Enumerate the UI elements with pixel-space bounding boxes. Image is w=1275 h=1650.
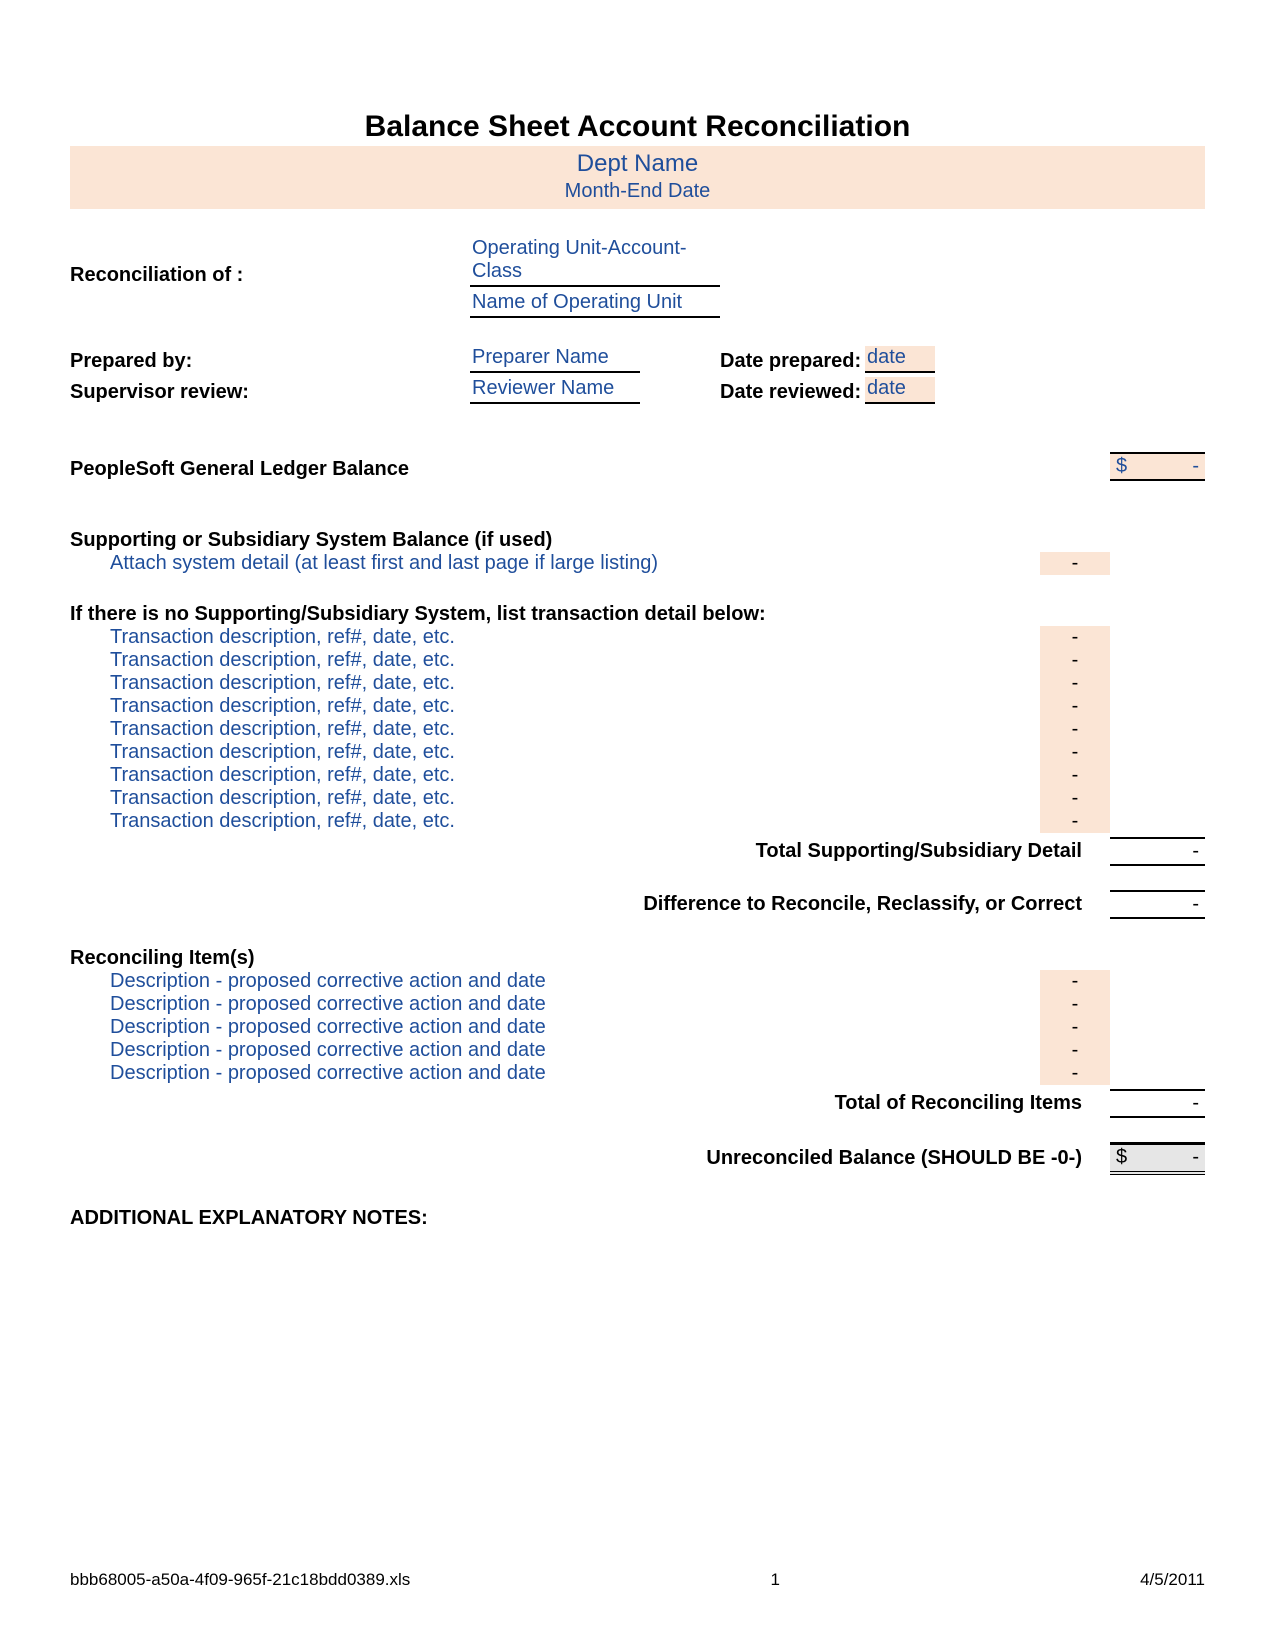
month-end-date: Month-End Date	[70, 180, 1205, 203]
transaction-amount[interactable]: -	[1040, 741, 1110, 764]
transaction-description[interactable]: Transaction description, ref#, date, etc…	[110, 741, 730, 764]
transaction-amount[interactable]: -	[1040, 787, 1110, 810]
transaction-amount[interactable]: -	[1040, 626, 1110, 649]
page-title: Balance Sheet Account Reconciliation	[70, 110, 1205, 144]
transaction-description[interactable]: Transaction description, ref#, date, etc…	[110, 672, 730, 695]
transaction-description[interactable]: Transaction description, ref#, date, etc…	[110, 787, 730, 810]
transaction-row: Transaction description, ref#, date, etc…	[70, 741, 1205, 764]
header-band: Dept Name Month-End Date	[70, 146, 1205, 209]
difference-label: Difference to Reconcile, Reclassify, or …	[70, 893, 1110, 916]
total-recon-label: Total of Reconciling Items	[70, 1092, 1110, 1115]
transaction-description[interactable]: Transaction description, ref#, date, etc…	[110, 810, 730, 833]
reconciling-item-amount[interactable]: -	[1040, 993, 1110, 1016]
transaction-amount[interactable]: -	[1040, 672, 1110, 695]
txn-heading: If there is no Supporting/Subsidiary Sys…	[70, 603, 1205, 626]
reconciling-item-row: Description - proposed corrective action…	[70, 1062, 1205, 1085]
transaction-description[interactable]: Transaction description, ref#, date, etc…	[110, 764, 730, 787]
gl-balance-value: -	[1192, 455, 1199, 478]
gl-balance-label: PeopleSoft General Ledger Balance	[70, 458, 1110, 481]
transaction-row: Transaction description, ref#, date, etc…	[70, 672, 1205, 695]
transaction-description[interactable]: Transaction description, ref#, date, etc…	[110, 695, 730, 718]
dept-name: Dept Name	[70, 150, 1205, 178]
date-prepared-label: Date prepared:	[720, 350, 865, 373]
transaction-row: Transaction description, ref#, date, etc…	[70, 810, 1205, 833]
unreconciled-value: -	[1192, 1146, 1199, 1169]
supporting-heading: Supporting or Subsidiary System Balance …	[70, 529, 1205, 552]
transaction-row: Transaction description, ref#, date, etc…	[70, 787, 1205, 810]
preparer-name[interactable]: Preparer Name	[470, 346, 640, 373]
transaction-row: Transaction description, ref#, date, etc…	[70, 695, 1205, 718]
reconciling-item-row: Description - proposed corrective action…	[70, 970, 1205, 993]
reconciling-items-heading: Reconciling Item(s)	[70, 947, 1205, 970]
date-reviewed[interactable]: date	[865, 377, 935, 404]
reconciling-item-description[interactable]: Description - proposed corrective action…	[110, 1039, 730, 1062]
reconciling-item-amount[interactable]: -	[1040, 970, 1110, 993]
reconciling-item-row: Description - proposed corrective action…	[70, 993, 1205, 1016]
difference-amount: -	[1110, 890, 1205, 919]
operating-unit-name[interactable]: Name of Operating Unit	[470, 291, 720, 318]
footer-date: 4/5/2011	[1140, 1570, 1205, 1590]
gl-balance-amount[interactable]: $ -	[1110, 452, 1205, 481]
reconciling-item-row: Description - proposed corrective action…	[70, 1016, 1205, 1039]
transaction-row: Transaction description, ref#, date, etc…	[70, 764, 1205, 787]
page-footer: bbb68005-a50a-4f09-965f-21c18bdd0389.xls…	[70, 1570, 1205, 1590]
notes-heading: ADDITIONAL EXPLANATORY NOTES:	[70, 1207, 1205, 1230]
total-support-label: Total Supporting/Subsidiary Detail	[70, 840, 1110, 863]
reconciling-item-description[interactable]: Description - proposed corrective action…	[110, 970, 730, 993]
unreconciled-label: Unreconciled Balance (SHOULD BE -0-)	[70, 1147, 1110, 1170]
total-recon-amount: -	[1110, 1089, 1205, 1118]
attach-amount[interactable]: -	[1040, 552, 1110, 575]
unreconciled-amount: $ -	[1110, 1142, 1205, 1175]
reconciling-item-description[interactable]: Description - proposed corrective action…	[110, 1016, 730, 1039]
transaction-description[interactable]: Transaction description, ref#, date, etc…	[110, 649, 730, 672]
supervisor-review-label: Supervisor review:	[70, 381, 470, 404]
reconciliation-of-label: Reconciliation of :	[70, 264, 470, 287]
attach-instruction: Attach system detail (at least first and…	[110, 552, 730, 575]
reconciling-item-description[interactable]: Description - proposed corrective action…	[110, 1062, 730, 1085]
currency-symbol: $	[1116, 1146, 1127, 1169]
transaction-amount[interactable]: -	[1040, 649, 1110, 672]
reconciling-item-row: Description - proposed corrective action…	[70, 1039, 1205, 1062]
operating-unit-account-class[interactable]: Operating Unit-Account-Class	[470, 237, 720, 287]
date-prepared[interactable]: date	[865, 346, 935, 373]
transaction-row: Transaction description, ref#, date, etc…	[70, 626, 1205, 649]
transaction-amount[interactable]: -	[1040, 810, 1110, 833]
total-support-amount: -	[1110, 837, 1205, 866]
transaction-description[interactable]: Transaction description, ref#, date, etc…	[110, 626, 730, 649]
reconciling-item-amount[interactable]: -	[1040, 1062, 1110, 1085]
currency-symbol: $	[1116, 455, 1127, 478]
reconciling-item-amount[interactable]: -	[1040, 1016, 1110, 1039]
footer-page: 1	[770, 1570, 779, 1590]
footer-filename: bbb68005-a50a-4f09-965f-21c18bdd0389.xls	[70, 1570, 410, 1590]
transaction-amount[interactable]: -	[1040, 718, 1110, 741]
reconciling-item-description[interactable]: Description - proposed corrective action…	[110, 993, 730, 1016]
prepared-by-label: Prepared by:	[70, 350, 470, 373]
transaction-amount[interactable]: -	[1040, 764, 1110, 787]
transaction-row: Transaction description, ref#, date, etc…	[70, 649, 1205, 672]
transaction-amount[interactable]: -	[1040, 695, 1110, 718]
transaction-description[interactable]: Transaction description, ref#, date, etc…	[110, 718, 730, 741]
reconciling-item-amount[interactable]: -	[1040, 1039, 1110, 1062]
reviewer-name[interactable]: Reviewer Name	[470, 377, 640, 404]
transaction-row: Transaction description, ref#, date, etc…	[70, 718, 1205, 741]
date-reviewed-label: Date reviewed:	[720, 381, 865, 404]
